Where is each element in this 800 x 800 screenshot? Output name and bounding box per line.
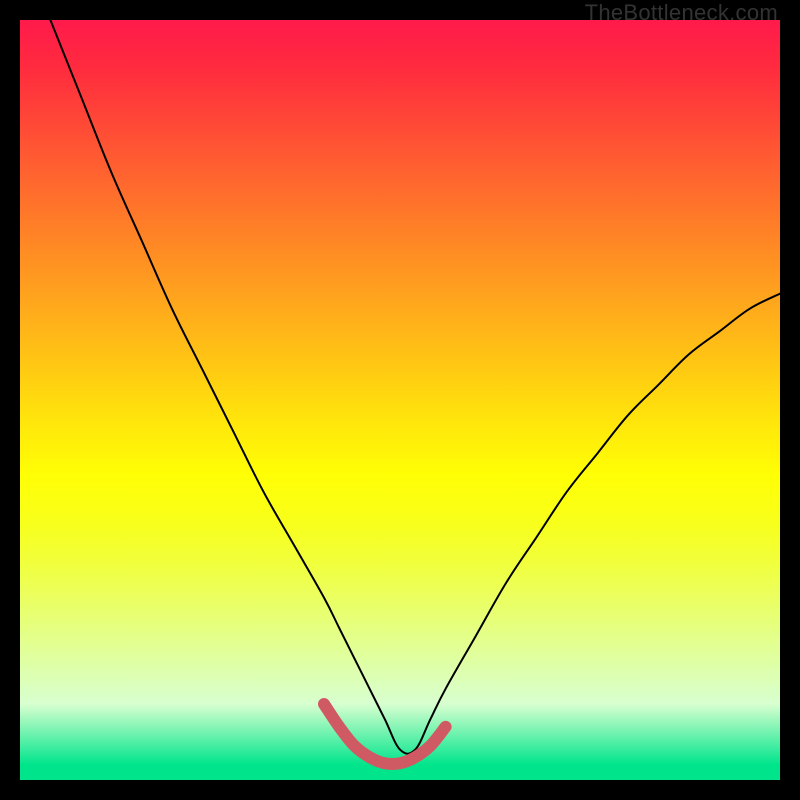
- chart-container: TheBottleneck.com: [0, 0, 800, 800]
- chart-svg: [20, 20, 780, 780]
- watermark-text: TheBottleneck.com: [585, 0, 778, 26]
- optimal-range-highlight: [324, 704, 446, 764]
- bottleneck-curve: [50, 20, 780, 754]
